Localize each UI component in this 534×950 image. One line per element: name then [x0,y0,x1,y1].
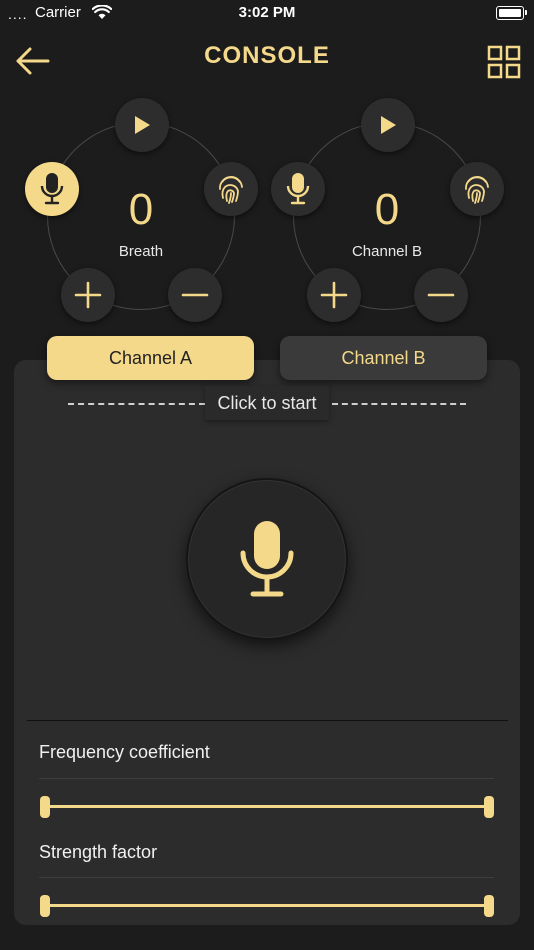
mic-icon [40,173,64,205]
click-to-start-label[interactable]: Click to start [205,386,329,420]
dial-a-minus-button[interactable] [168,268,222,322]
fingerprint-icon [219,176,243,204]
mic-icon [240,521,294,597]
frequency-divider [39,778,494,779]
frequency-slider-max-thumb[interactable] [484,796,494,818]
minus-icon [427,293,455,297]
dial-a-touch-button[interactable] [204,162,258,216]
plus-icon [320,281,348,309]
strength-slider-min-thumb[interactable] [40,895,50,917]
dial-b-label: Channel B [351,243,423,260]
record-button[interactable] [186,478,348,640]
frequency-coefficient-label: Frequency coefficient [39,742,210,762]
strength-slider-max-thumb[interactable] [484,895,494,917]
strength-slider-track [47,904,487,907]
dashed-divider-right [332,403,466,405]
minus-icon [181,293,209,297]
frequency-slider[interactable] [39,793,495,821]
play-icon [135,116,150,134]
frequency-slider-min-thumb[interactable] [40,796,50,818]
control-panel [14,360,520,925]
dial-a-plus-button[interactable] [61,268,115,322]
dial-a-value: 0 [128,185,154,234]
grid-icon [487,45,521,79]
dial-b-value: 0 [374,185,400,234]
dial-b-plus-button[interactable] [307,268,361,322]
battery-icon [496,6,527,20]
frequency-slider-track [47,805,487,808]
dial-b-play-button[interactable] [361,98,415,152]
dial-b-touch-button[interactable] [450,162,504,216]
page-title: CONSOLE [204,42,330,69]
dial-a-mic-button[interactable] [25,162,79,216]
plus-icon [74,281,102,309]
status-time: 3:02 PM [238,4,296,21]
menu-button[interactable] [486,44,522,80]
status-bar: .... Carrier 3:02 PM [0,0,534,26]
panel-divider [27,720,508,721]
dial-b-mic-button[interactable] [271,162,325,216]
tab-channel-b[interactable]: Channel B [280,336,487,380]
dashed-divider-left [68,403,205,405]
tab-channel-a[interactable]: Channel A [47,336,254,380]
strength-factor-label: Strength factor [39,842,158,862]
strength-divider [39,877,494,878]
dial-b-minus-button[interactable] [414,268,468,322]
play-icon [381,116,396,134]
mic-icon [286,173,310,205]
dial-a-label: Breath [118,243,164,260]
strength-slider[interactable] [39,892,495,920]
dial-a-play-button[interactable] [115,98,169,152]
fingerprint-icon [465,176,489,204]
